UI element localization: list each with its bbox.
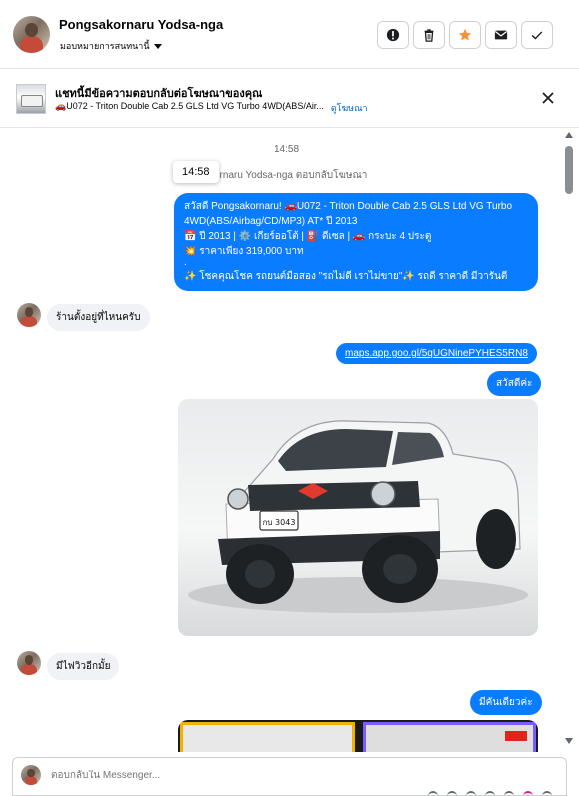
ad-thumbnail[interactable] [16,84,46,114]
ad-message-line: 💥 ราคาเพียง 319,000 บาท [184,246,304,257]
view-ad-link[interactable]: ดูโฆษณา [331,101,368,115]
reply-input[interactable] [51,770,351,781]
caret-down-icon [153,43,162,49]
ad-car-title: 🚗U072 - Triton Double Cab 2.5 GLS Ltd VG… [55,101,324,111]
maps-link-message[interactable]: maps.app.goo.gl/5qUGNinePYHES5RN8 [336,343,537,364]
conversation-header: Pongsakornaru Yodsa-nga มอบหมายการสนทนาน… [0,0,579,69]
tool-icon[interactable] [523,791,533,796]
ad-reply-notice: ornaru Yodsa-nga ตอบกลับโฆษณา [214,170,368,181]
ad-message-line: ✨ โชคคุณโชค รถยนต์มือสอง "รถไม่ดี เราไม่… [184,271,508,282]
tool-icon[interactable] [485,791,495,796]
scroll-down-arrow[interactable] [565,738,573,744]
car-card-image[interactable] [363,722,536,752]
mail-button[interactable] [485,21,517,49]
mail-icon [494,30,508,40]
delete-button[interactable] [413,21,445,49]
tool-icon[interactable] [428,791,438,796]
assign-dropdown[interactable]: มอบหมายการสนทนานี้ [60,39,162,53]
done-button[interactable] [521,21,553,49]
timestamp-tooltip: 14:58 [173,161,219,183]
outgoing-message[interactable]: สวัสดีค่ะ [487,371,542,396]
license-plate-text: กบ 3043 [263,518,296,527]
assign-label: มอบหมายการสนทนานี้ [60,41,150,51]
ad-message-line: 📅 ปี 2013 | ⚙️ เกียร์ออโต้ | ⛽ ดีเซล | 🚗… [184,231,432,242]
ad-banner-title: แชทนี้มีข้อความตอบกลับต่อโฆษณาของคุณ [55,88,263,100]
card-badge [505,731,527,741]
message-thread: 14:58 14:58 ornaru Yodsa-nga ตอบกลับโฆษณ… [0,128,579,752]
tool-icon[interactable] [542,791,552,796]
pickup-truck-image: กบ 3043 [188,420,528,613]
check-icon [531,31,543,40]
message-composer [12,757,567,796]
ad-message-line: . [184,259,187,268]
star-icon [458,28,472,41]
outgoing-message[interactable]: มีคันเดียวค่ะ [470,690,542,715]
tool-icon[interactable] [447,791,457,796]
tool-icon[interactable] [504,791,514,796]
close-icon[interactable] [541,91,555,105]
message-timestamp: 14:58 [274,144,300,155]
contact-name[interactable]: Pongsakornaru Yodsa-nga [59,17,223,32]
trash-icon [424,29,434,42]
car-photo[interactable]: กบ 3043 [178,399,538,636]
incoming-message[interactable]: มีไฟวิวอีกมั้ย [47,653,120,680]
contact-avatar[interactable] [13,16,50,53]
page-avatar [21,765,41,785]
car-card-image[interactable] [180,722,355,752]
contact-avatar-small[interactable] [17,651,41,675]
star-button[interactable] [449,21,481,49]
composer-tools [428,791,552,796]
ad-message-line: 4WD(ABS/Airbag/CD/MP3) AT* ปี 2013 [184,216,358,227]
header-actions [377,21,553,49]
ad-banner-details: 🚗U072 - Triton Double Cab 2.5 GLS Ltd VG… [55,101,368,115]
thread-scrollbar[interactable] [564,132,574,744]
ad-auto-message[interactable]: สวัสดี Pongsakornaru! 🚗U072 - Triton Dou… [174,193,538,291]
ad-reply-banner: แชทนี้มีข้อความตอบกลับต่อโฆษณาของคุณ 🚗U0… [0,70,579,128]
report-icon [386,28,400,42]
car-image-cards[interactable] [178,720,538,752]
scroll-thumb[interactable] [565,146,573,194]
incoming-message[interactable]: ร้านตั้งอยู่ที่ไหนครับ [47,304,150,331]
ad-message-line: สวัสดี Pongsakornaru! 🚗U072 - Triton Dou… [184,201,513,212]
tool-icon[interactable] [466,791,476,796]
contact-avatar-small[interactable] [17,303,41,327]
scroll-up-arrow[interactable] [565,132,573,138]
report-button[interactable] [377,21,409,49]
